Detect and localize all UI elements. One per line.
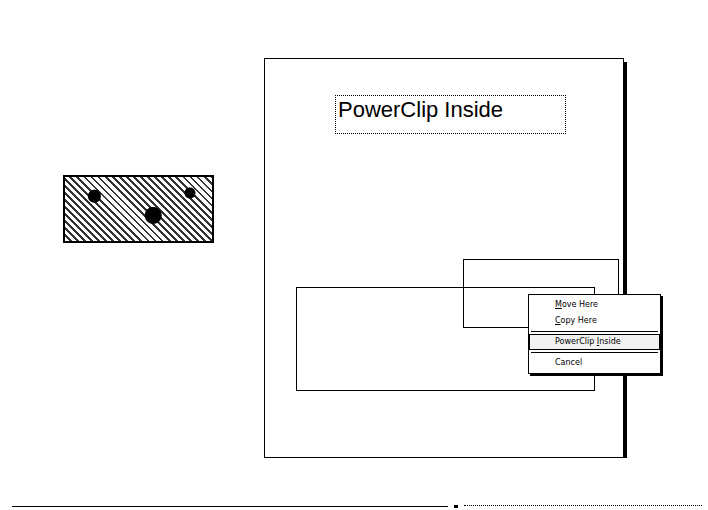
menu-separator — [531, 352, 658, 353]
scroll-thumb[interactable] — [454, 505, 458, 508]
horizontal-scrollbar[interactable] — [12, 505, 702, 508]
menu-item[interactable]: Copy Here — [529, 313, 660, 329]
bitmap-image[interactable] — [63, 175, 214, 243]
menu-item[interactable]: Move Here — [529, 297, 660, 313]
page-shadow — [624, 62, 627, 458]
artistic-text[interactable]: PowerClip Inside — [335, 95, 566, 134]
page[interactable]: PowerClip Inside — [264, 58, 624, 458]
menu-separator — [531, 331, 658, 332]
drawing-workspace[interactable]: PowerClip Inside Move HereCopy Here PowerC… — [0, 0, 708, 510]
menu-item[interactable]: PowerClip Inside — [529, 334, 660, 350]
menu-item[interactable]: Cancel — [529, 355, 660, 371]
context-menu: Move HereCopy Here PowerClip Inside Cancel — [528, 294, 661, 374]
